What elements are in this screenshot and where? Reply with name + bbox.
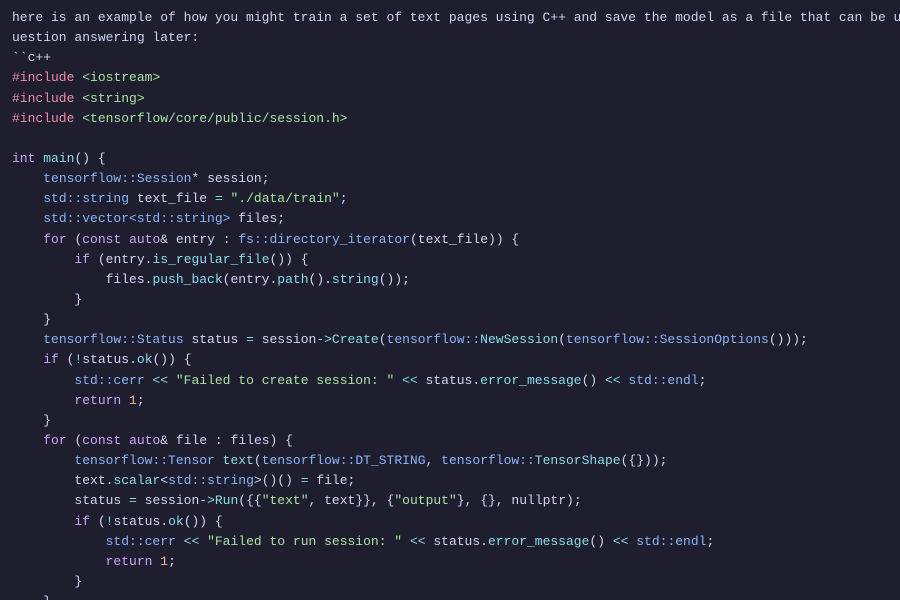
code-line-19: std::cerr << "Failed to create session: … <box>12 371 888 391</box>
code-line-13: if (entry.is_regular_file()) { <box>12 250 888 270</box>
code-line-4: #include <iostream> <box>12 68 888 88</box>
code-line-11: std::vector<std::string> files; <box>12 209 888 229</box>
code-line-7 <box>12 129 888 149</box>
code-line-26: if (!status.ok()) { <box>12 512 888 532</box>
code-line-22: for (const auto& file : files) { <box>12 431 888 451</box>
code-line-5: #include <string> <box>12 89 888 109</box>
code-line-24: text.scalar<std::string>()() = file; <box>12 471 888 491</box>
code-line-14: files.push_back(entry.path().string()); <box>12 270 888 290</box>
code-line-25: status = session->Run({{"text", text}}, … <box>12 491 888 511</box>
code-line-21: } <box>12 411 888 431</box>
code-line-15: } <box>12 290 888 310</box>
code-line-17: tensorflow::Status status = session->Cre… <box>12 330 888 350</box>
code-line-10: std::string text_file = "./data/train"; <box>12 189 888 209</box>
code-line-8: int main() { <box>12 149 888 169</box>
code-block: here is an example of how you might trai… <box>0 0 900 600</box>
code-line-29: } <box>12 572 888 592</box>
code-line-16: } <box>12 310 888 330</box>
code-line-28: return 1; <box>12 552 888 572</box>
code-line-3: ``c++ <box>12 48 888 68</box>
code-line-20: return 1; <box>12 391 888 411</box>
code-line-23: tensorflow::Tensor text(tensorflow::DT_S… <box>12 451 888 471</box>
code-line-2: uestion answering later: <box>12 28 888 48</box>
code-line-30: } <box>12 592 888 600</box>
code-line-6: #include <tensorflow/core/public/session… <box>12 109 888 129</box>
code-line-27: std::cerr << "Failed to run session: " <… <box>12 532 888 552</box>
code-line-12: for (const auto& entry : fs::directory_i… <box>12 230 888 250</box>
code-line-1: here is an example of how you might trai… <box>12 8 888 28</box>
code-line-9: tensorflow::Session* session; <box>12 169 888 189</box>
code-line-18: if (!status.ok()) { <box>12 350 888 370</box>
